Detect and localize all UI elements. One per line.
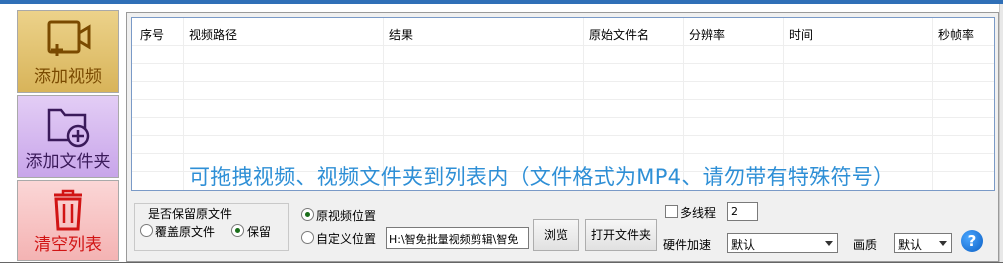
add-video-label: 添加视频	[34, 67, 102, 87]
column-header-filename[interactable]: 原始文件名	[589, 26, 649, 43]
chevron-down-icon	[939, 241, 947, 246]
thread-count-input[interactable]: 2	[727, 202, 758, 221]
column-header-result[interactable]: 结果	[389, 26, 413, 43]
video-camera-icon	[47, 20, 91, 56]
multithread-label[interactable]: 多线程	[680, 204, 716, 221]
keep-original-title: 是否保留原文件	[146, 205, 235, 222]
column-header-fps[interactable]: 秒帧率	[938, 26, 974, 43]
custom-location-radio[interactable]	[301, 231, 314, 244]
quality-label: 画质	[853, 238, 878, 252]
help-icon[interactable]: ?	[961, 230, 983, 252]
row-divider	[132, 63, 994, 64]
keep-label[interactable]: 保留	[247, 223, 271, 240]
column-divider	[183, 18, 184, 190]
row-divider	[132, 45, 994, 46]
window-top-border	[0, 0, 1003, 4]
clear-list-button[interactable]: 清空列表	[17, 180, 119, 261]
folder-add-icon	[47, 108, 90, 148]
original-location-label[interactable]: 原视频位置	[316, 207, 376, 224]
window-bottom-border	[0, 262, 1003, 263]
row-divider	[132, 81, 994, 82]
multithread-checkbox[interactable]	[665, 205, 678, 218]
clear-list-label: 清空列表	[34, 235, 102, 255]
hardware-accel-value: 默认	[731, 238, 756, 252]
keep-radio[interactable]	[231, 224, 244, 237]
browse-button[interactable]: 浏览	[533, 219, 579, 251]
output-path-input[interactable]: H:\智免批量视频剪辑\智免	[386, 227, 529, 249]
row-divider	[132, 117, 994, 118]
window-right-edge	[999, 4, 1003, 262]
hardware-accel-label: 硬件加速	[663, 238, 712, 252]
add-folder-label: 添加文件夹	[25, 152, 111, 172]
add-folder-button[interactable]: 添加文件夹	[17, 95, 119, 178]
column-header-duration[interactable]: 时间	[789, 26, 813, 43]
overwrite-radio[interactable]	[140, 224, 153, 237]
row-divider	[132, 153, 994, 154]
list-header: 序号 视频路径 结果 原始文件名 分辨率 时间 秒帧率	[132, 18, 994, 48]
column-header-path[interactable]: 视频路径	[189, 26, 237, 43]
overwrite-label[interactable]: 覆盖原文件	[155, 223, 215, 240]
open-folder-button[interactable]: 打开文件夹	[585, 219, 657, 251]
drop-hint-text: 可拖拽视频、视频文件夹到列表内（文件格式为MP4、请勿带有特殊符号）	[189, 165, 895, 189]
row-divider	[132, 99, 994, 100]
original-location-radio[interactable]	[301, 208, 314, 221]
column-divider	[932, 18, 933, 190]
add-video-button[interactable]: 添加视频	[17, 10, 119, 93]
quality-select[interactable]: 默认	[894, 233, 952, 253]
trash-icon	[54, 189, 82, 231]
column-header-index[interactable]: 序号	[140, 26, 164, 43]
row-divider	[132, 135, 994, 136]
quality-value: 默认	[898, 238, 923, 252]
hardware-accel-select[interactable]: 默认	[727, 233, 838, 253]
column-header-resolution[interactable]: 分辨率	[689, 26, 725, 43]
custom-location-label[interactable]: 自定义位置	[316, 230, 376, 247]
chevron-down-icon	[825, 241, 833, 246]
